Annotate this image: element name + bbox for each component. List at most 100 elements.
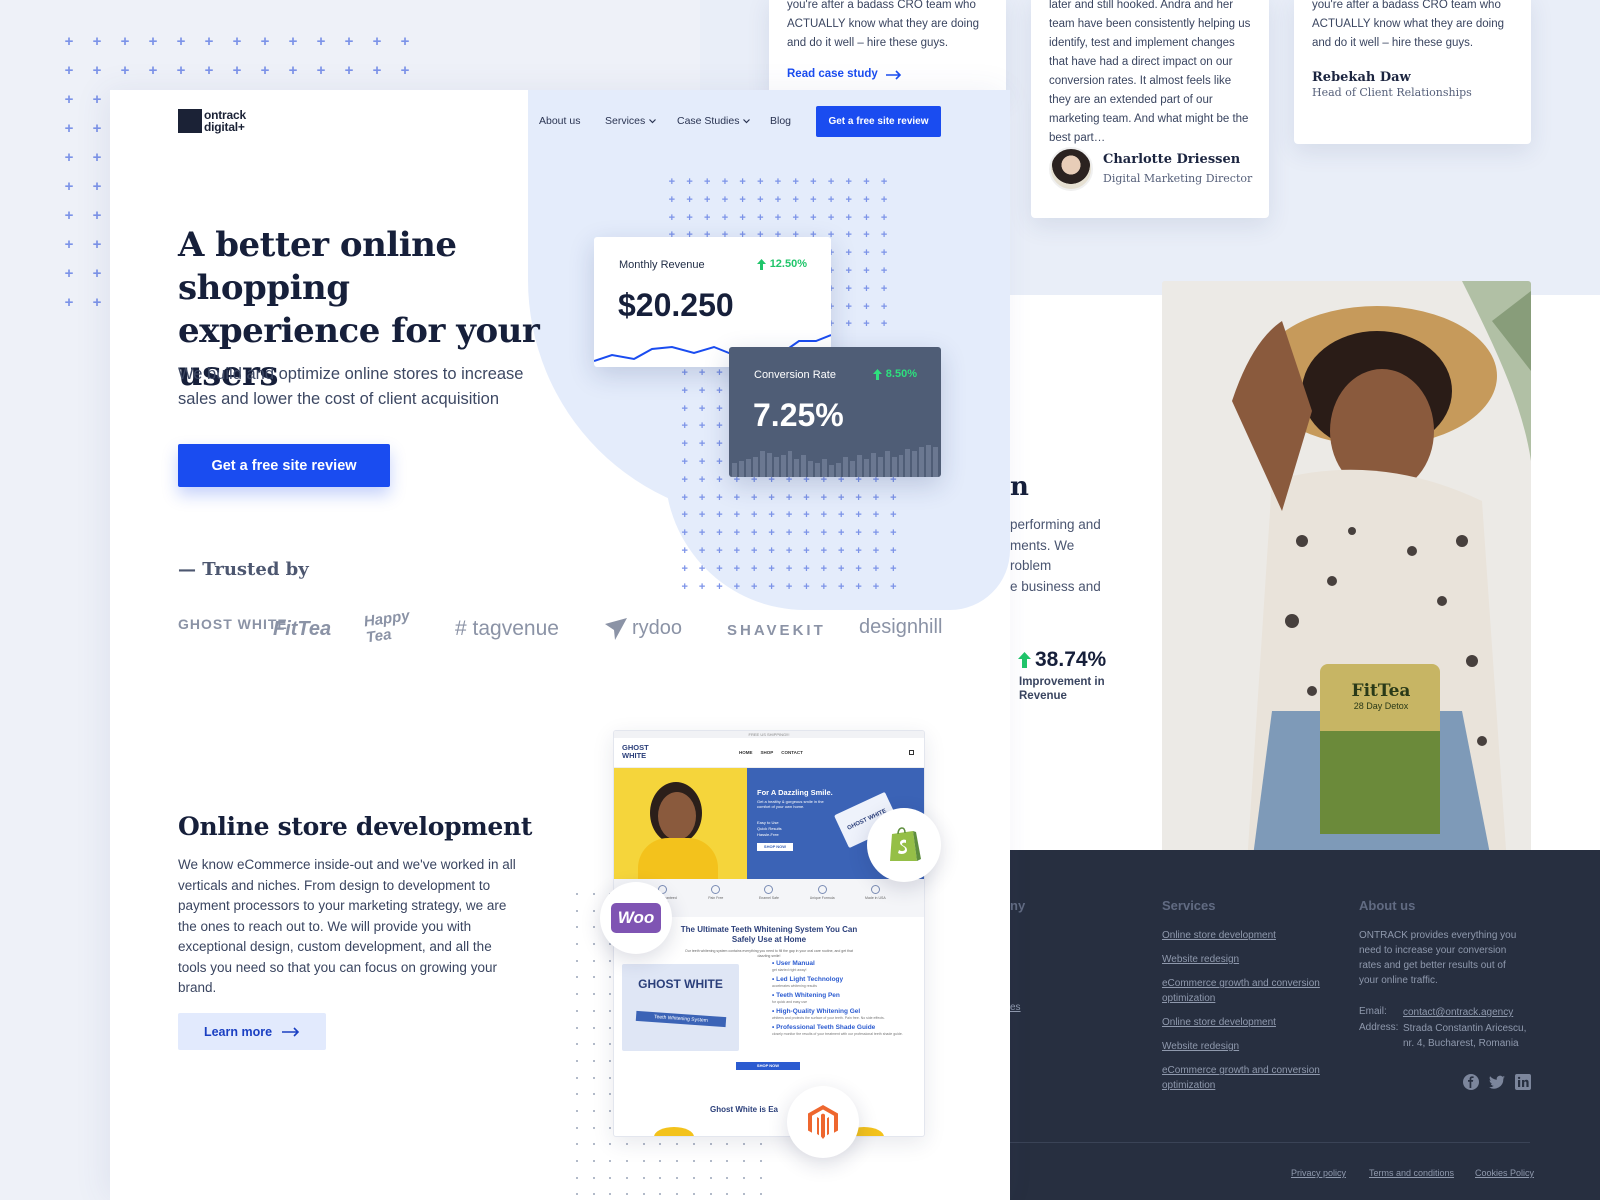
plus-mark: +: [880, 282, 888, 295]
plus-mark: +: [890, 544, 897, 557]
footer-link-online-store[interactable]: Online store development: [1162, 928, 1276, 943]
plus-mark: +: [872, 544, 880, 557]
mockup-hero-photo: [614, 768, 747, 879]
case-text-line: ments. We: [1010, 537, 1075, 553]
dot-mark: [726, 1143, 729, 1146]
learn-more-label: Learn more: [203, 1024, 273, 1039]
plus-mark: +: [721, 211, 729, 224]
bar: [898, 455, 904, 477]
bar: [773, 457, 779, 477]
brand-logo[interactable]: ontrack digital+: [178, 109, 246, 133]
fittea-pack-label: FitTea 28 Day Detox: [1351, 681, 1411, 711]
dot-mark: [742, 1160, 745, 1162]
bar: [933, 447, 939, 477]
plus-mark: +: [716, 367, 723, 379]
client-logo-happy-tea: Happy Tea: [362, 607, 411, 647]
footer-about-text: ONTRACK provides everything you need to …: [1359, 930, 1517, 986]
testimonial-text: you're after a badass CRO team who ACTUA…: [787, 0, 979, 49]
conversion-bar-chart: [732, 443, 939, 477]
dot-mark: [709, 1160, 712, 1162]
plus-mark: +: [92, 149, 102, 166]
mockup-bullet: Hassle-Free: [757, 832, 779, 837]
mockup-shop-button: SHOP NOW: [757, 843, 793, 851]
plus-mark: +: [400, 62, 410, 79]
testimonial-author-role: Head of Client Relationships: [1312, 86, 1472, 99]
conversion-value: 7.25%: [753, 397, 844, 433]
plus-mark: +: [698, 455, 706, 468]
revenue-change-value: 12.50%: [769, 258, 807, 270]
dot-mark: [576, 959, 578, 962]
dot-mark: [576, 1126, 578, 1129]
dot-mark: [642, 1176, 645, 1179]
plus-mark: +: [757, 193, 764, 206]
plus-mark: +: [681, 527, 688, 540]
bar: [822, 459, 828, 477]
nav-blog[interactable]: Blog: [770, 115, 791, 127]
dot-mark: [592, 1076, 595, 1079]
linkedin-icon[interactable]: [1515, 1074, 1531, 1090]
plus-mark: +: [785, 562, 793, 575]
plus-mark: +: [863, 193, 870, 206]
case-text-line: roblem: [1010, 558, 1052, 573]
plus-mark: +: [855, 580, 862, 593]
plus-mark: +: [716, 509, 723, 522]
testimonial-card: later and still hooked. Andra and her te…: [1031, 0, 1269, 218]
footer-link-ecommerce-growth[interactable]: eCommerce growth and conversion optimiza…: [1162, 1063, 1332, 1093]
plus-mark: +: [757, 176, 764, 188]
plus-mark: +: [863, 282, 870, 295]
plus-mark: +: [176, 33, 186, 50]
nav-case-studies[interactable]: Case Studies: [677, 115, 751, 127]
bar: [738, 461, 744, 477]
dot-mark: [726, 1193, 729, 1196]
plus-mark: +: [785, 509, 793, 522]
privacy-policy-link[interactable]: Privacy policy: [1291, 1166, 1346, 1181]
nav-services[interactable]: Services: [605, 115, 657, 127]
footer-link-website-redesign[interactable]: Website redesign: [1162, 1039, 1239, 1054]
dot-mark: [609, 976, 612, 979]
dot-mark: [592, 909, 595, 912]
read-case-study-link[interactable]: Read case study: [787, 65, 988, 84]
plus-mark: +: [785, 580, 793, 593]
plus-mark: +: [721, 193, 729, 206]
hero-cta-button[interactable]: Get a free site review: [178, 444, 390, 487]
arrow-right-icon: [885, 69, 901, 80]
plus-mark: +: [704, 211, 711, 224]
dot-mark: [592, 959, 595, 962]
footer-link-fragment[interactable]: es: [1010, 1000, 1021, 1015]
plus-mark: +: [845, 176, 852, 188]
plus-mark: +: [64, 62, 74, 79]
learn-more-button[interactable]: Learn more: [178, 1013, 326, 1050]
plus-mark: +: [820, 509, 828, 522]
dot-mark: [592, 1176, 595, 1179]
facebook-icon[interactable]: [1463, 1074, 1479, 1090]
bar: [836, 463, 841, 477]
testimonial-text: you're after a badass CRO team who ACTUA…: [1312, 0, 1504, 49]
cookies-policy-link[interactable]: Cookies Policy: [1475, 1166, 1534, 1181]
header-cta-button[interactable]: Get a free site review: [816, 106, 941, 137]
footer-link-ecommerce-growth[interactable]: eCommerce growth and conversion optimiza…: [1162, 976, 1332, 1006]
terms-link[interactable]: Terms and conditions: [1369, 1166, 1454, 1181]
dot-mark: [592, 943, 595, 946]
conversion-label: Conversion Rate: [754, 369, 836, 381]
dot-mark: [609, 1126, 612, 1129]
plus-mark: +: [863, 211, 870, 224]
footer-link-online-store[interactable]: Online store development: [1162, 1015, 1276, 1030]
dot-mark: [609, 1043, 612, 1046]
dot-mark: [659, 1176, 662, 1179]
bar: [905, 449, 911, 477]
plus-mark: +: [863, 300, 870, 313]
decorative-plus-grid: + + + + + + + + + + + + + + + + + + + + + + + + + +: [55, 34, 419, 92]
conversion-change: 8.50%: [872, 368, 917, 380]
plus-mark: +: [774, 176, 782, 188]
nav-about[interactable]: About us: [539, 115, 580, 127]
bar: [849, 461, 855, 477]
footer-link-website-redesign[interactable]: Website redesign: [1162, 952, 1239, 967]
plus-mark: +: [92, 236, 102, 253]
twitter-icon[interactable]: [1489, 1074, 1505, 1090]
bar: [877, 457, 883, 477]
client-product-photo: FitTea 28 Day Detox: [1162, 281, 1531, 864]
footer-email-link[interactable]: contact@ontrack.agency: [1403, 1005, 1513, 1020]
brand-mark-icon: [178, 109, 202, 133]
plus-mark: +: [400, 33, 410, 50]
plus-mark: +: [64, 149, 74, 166]
